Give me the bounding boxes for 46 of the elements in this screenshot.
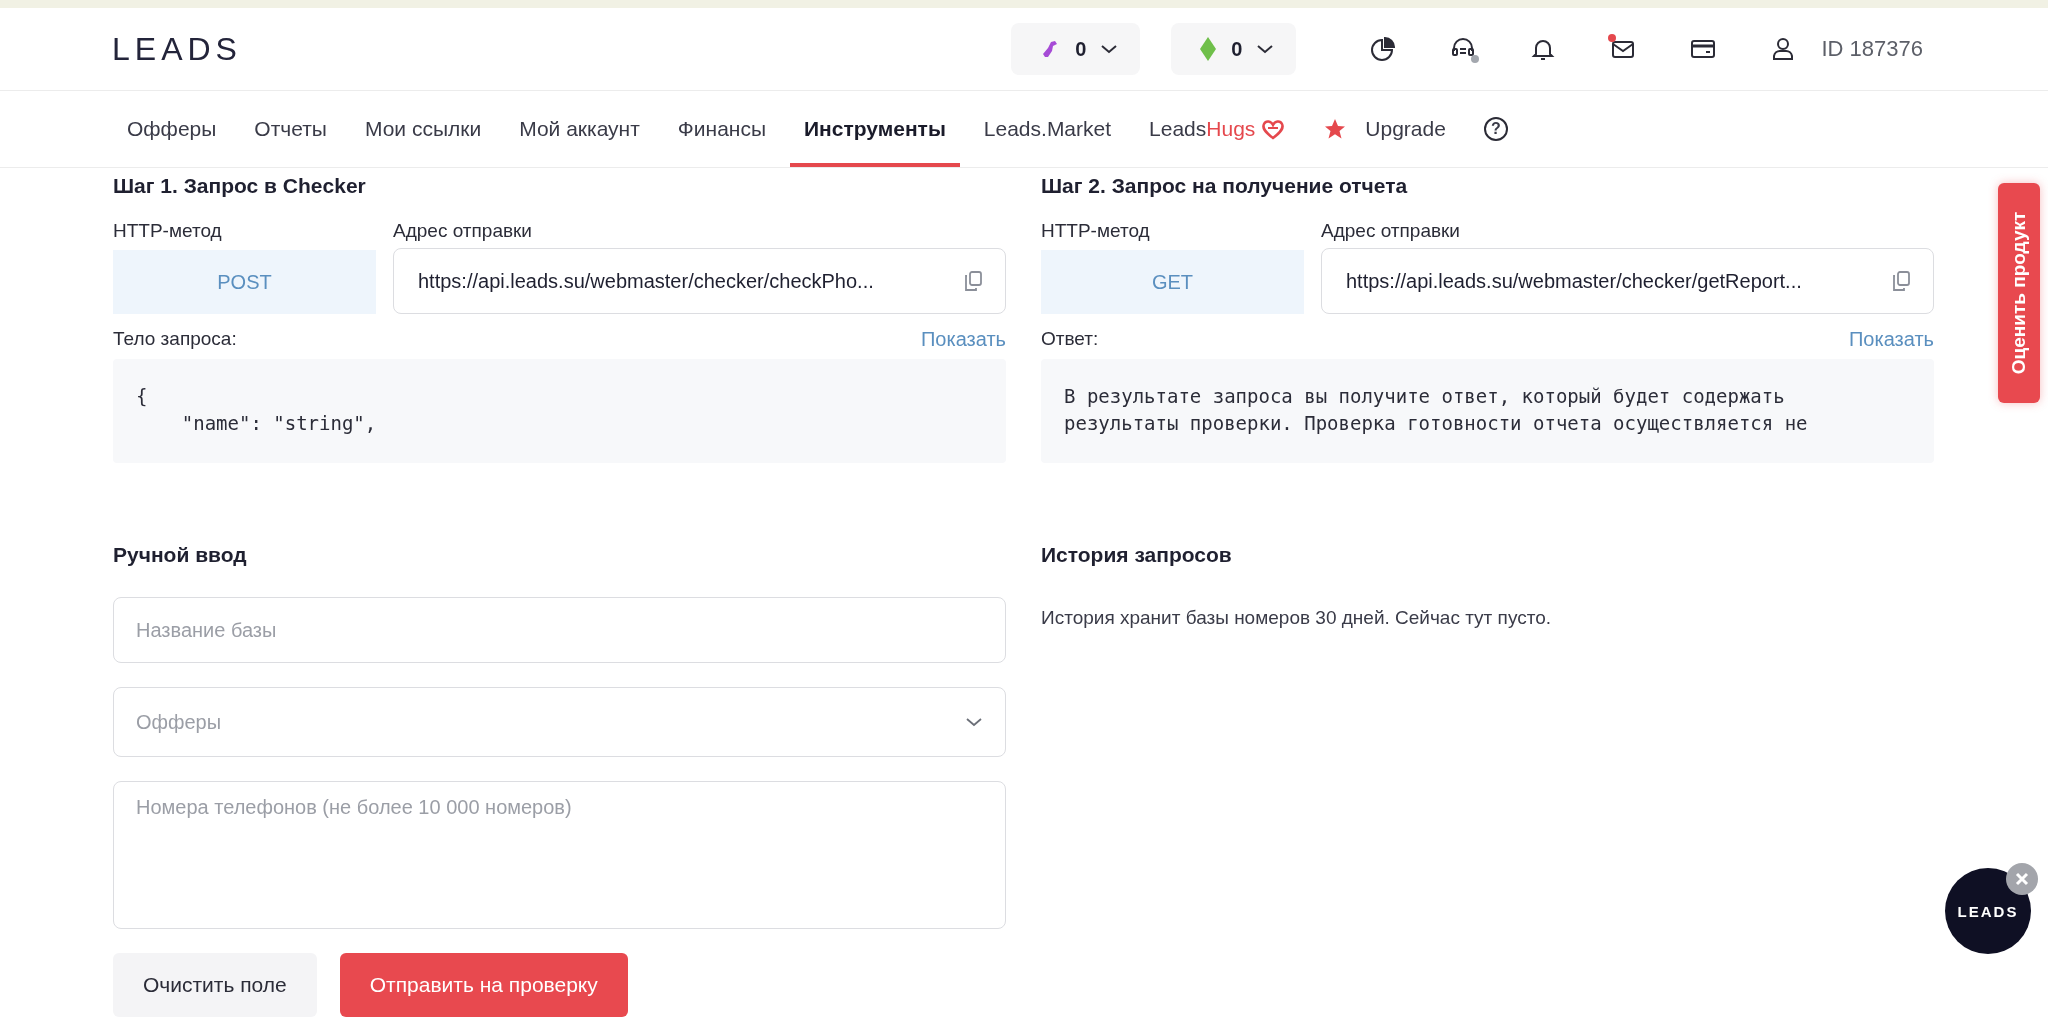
nav-tab[interactable]: Инструменты [790,95,960,167]
nav-tab[interactable]: Отчеты [240,95,341,167]
nav-tab[interactable]: Мой аккаунт [505,95,654,167]
code-block: { "name": "string", [113,359,1006,463]
copy-icon[interactable] [963,270,983,292]
submit-button[interactable]: Отправить на проверку [339,953,628,1017]
chart-icon[interactable] [1369,35,1398,63]
logo[interactable]: LEADS [112,30,242,68]
field-label: HTTP-метод [1041,220,1151,242]
gem-icon [1199,36,1218,62]
nav-tab[interactable]: Leads.Market [969,95,1126,167]
feedback-tab[interactable]: Оценить продукт [1998,183,2040,403]
code-block: В результате запроса вы получите ответ, который будет содержать результаты проверки. Проверка готовности отчета осуществляется не [1041,359,1934,463]
field-label: HTTP-метод [113,220,223,242]
star-icon [1323,117,1348,141]
balance-dropdown[interactable]: 0 [1011,23,1141,75]
nav-tab[interactable]: ? [1469,95,1522,167]
chevron-down-icon [965,716,983,728]
nav-tab[interactable]: Мои ссылки [350,95,496,167]
section-heading: Шаг 1. Запрос в Checker [113,174,367,198]
chevron-down-icon [1256,43,1275,55]
address-field[interactable]: https://api.leads.su/webmaster/checker/checkPho... [393,248,1006,314]
name-field[interactable]: Название базы [113,597,1006,663]
history-text: История хранит базы номеров 30 дней. Сейчас тут пусто. [1041,607,1552,629]
close-icon[interactable] [2006,863,2038,895]
method-value: GET [1041,250,1304,314]
section-heading: История запросов [1041,543,1233,567]
field-label: Ответ: [1041,328,1099,351]
clear-button[interactable]: Очистить поле [113,953,317,1017]
balance-dropdown[interactable]: 0 [1171,23,1297,75]
phone-numbers-field[interactable]: Номера телефонов (не более 10 000 номеров) [113,781,1006,929]
nav-tab[interactable]: Upgrade [1309,95,1460,167]
copy-icon[interactable] [1891,270,1911,292]
section-heading: Ручной ввод [113,543,248,567]
section-heading: Шаг 2. Запрос на получение отчета [1041,174,1409,198]
nav-tab[interactable]: Финансы [663,95,780,167]
field-label: Тело запроса: [113,328,237,351]
field-label: Адрес отправки [1321,220,1461,242]
address-field[interactable]: https://api.leads.su/webmaster/checker/getReport... [1321,248,1934,314]
field-label: Адрес отправки [393,220,533,242]
method-value: POST [113,250,376,314]
user-id: ID 187376 [1821,36,1923,62]
chevron-down-icon [1100,43,1119,55]
nav-tab[interactable]: LeadsHugs [1135,95,1300,167]
chat-bubble[interactable]: LEADS [1945,868,2031,954]
nav-tab[interactable]: Офферы [113,95,231,167]
